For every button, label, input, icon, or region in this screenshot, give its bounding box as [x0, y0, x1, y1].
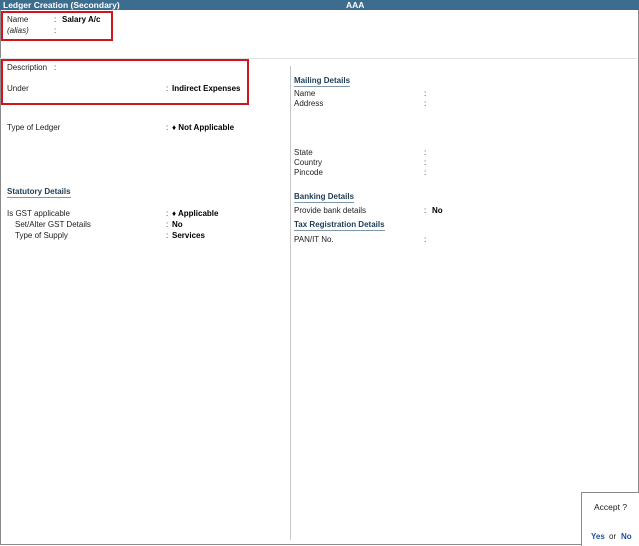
accept-yes-button[interactable]: Yes	[591, 532, 605, 541]
company-name: AAA	[346, 0, 365, 10]
tax-registration-heading: Tax Registration Details	[294, 220, 385, 231]
set-alter-gst-label: Set/Alter GST Details	[15, 220, 91, 229]
gst-applicable-label: Is GST applicable	[7, 209, 70, 218]
title-bar: Ledger Creation (Secondary) AAA	[0, 0, 639, 10]
provide-bank-details-field[interactable]: No	[432, 206, 443, 215]
type-of-supply-label: Type of Supply	[15, 231, 68, 240]
under-highlight-box	[1, 59, 249, 105]
gst-applicable-colon: :	[166, 209, 169, 218]
banking-details-heading: Banking Details	[294, 192, 355, 203]
type-of-ledger-colon: :	[166, 123, 169, 132]
window-title: Ledger Creation (Secondary)	[3, 0, 120, 10]
pan-label: PAN/IT No.	[294, 235, 334, 244]
mailing-name-colon: :	[424, 89, 427, 98]
accept-question: Accept ?	[594, 502, 628, 512]
mailing-country-colon: :	[424, 158, 427, 167]
mailing-state-colon: :	[424, 148, 427, 157]
set-alter-gst-field[interactable]: No	[172, 220, 183, 229]
type-of-ledger-field[interactable]: ♦ Not Applicable	[172, 123, 234, 132]
mailing-address-label: Address	[294, 99, 324, 108]
mailing-details-heading: Mailing Details	[294, 76, 351, 87]
mailing-state-label: State	[294, 148, 313, 157]
mailing-country-label: Country	[294, 158, 323, 167]
mailing-address-colon: :	[424, 99, 427, 108]
column-divider	[290, 66, 291, 540]
type-of-supply-field[interactable]: Services	[172, 231, 205, 240]
gst-applicable-field[interactable]: ♦ Applicable	[172, 209, 218, 218]
mailing-pincode-label: Pincode	[294, 168, 323, 177]
type-of-supply-colon: :	[166, 231, 169, 240]
provide-bank-details-label: Provide bank details	[294, 206, 367, 215]
statutory-details-heading: Statutory Details	[7, 187, 71, 198]
set-alter-gst-colon: :	[166, 220, 169, 229]
accept-no-button[interactable]: No	[621, 532, 632, 541]
accept-or-text: or	[609, 532, 617, 541]
provide-bank-details-colon: :	[424, 206, 427, 215]
mailing-name-label: Name	[294, 89, 316, 98]
accept-dialog: Accept ? Yes or No	[581, 492, 639, 546]
mailing-pincode-colon: :	[424, 168, 427, 177]
pan-colon: :	[424, 235, 427, 244]
name-highlight-box	[1, 11, 113, 41]
type-of-ledger-label: Type of Ledger	[7, 123, 61, 132]
